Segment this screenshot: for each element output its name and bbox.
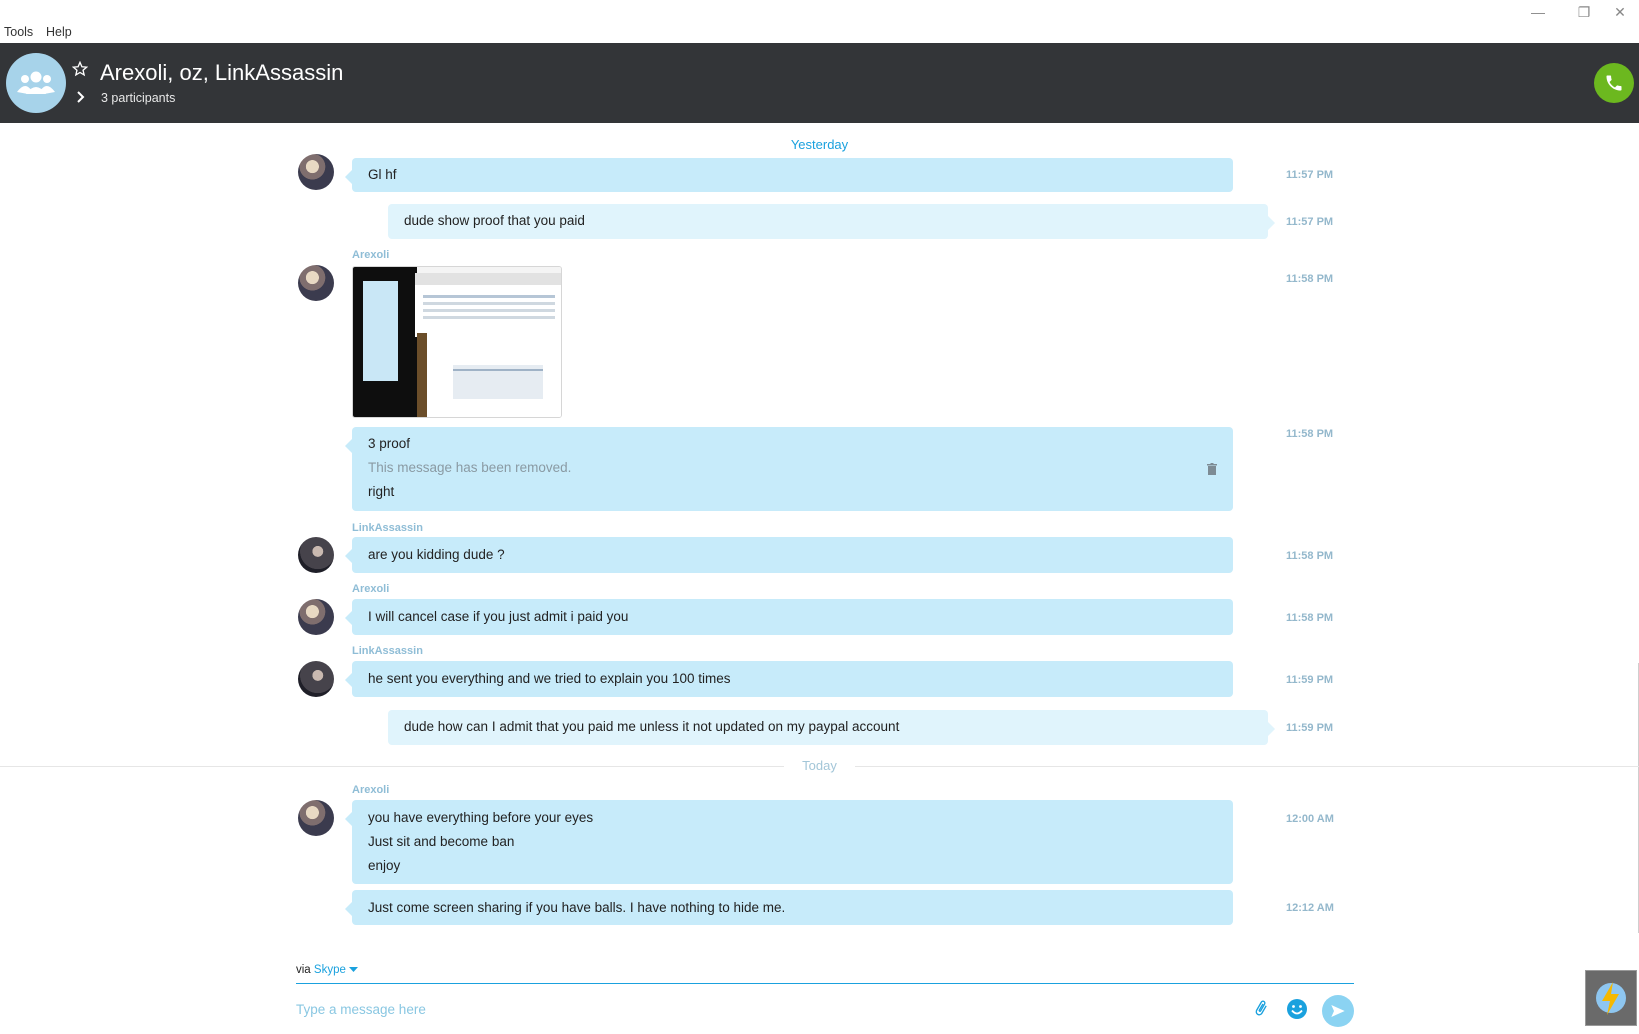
message-timestamp: 12:12 AM <box>1286 902 1334 914</box>
message-bubble[interactable]: Just come screen sharing if you have bal… <box>345 890 1233 925</box>
message-text: Just come screen sharing if you have bal… <box>368 900 786 915</box>
message-timestamp: 11:58 PM <box>1286 550 1334 562</box>
day-separator-today: Today <box>0 758 1639 773</box>
day-separator-yesterday: Yesterday <box>790 137 849 152</box>
menu-help[interactable]: Help <box>46 25 72 39</box>
message-text: dude how can I admit that you paid me un… <box>404 719 900 734</box>
image-attachment[interactable] <box>352 266 562 418</box>
message-bubble-outgoing[interactable]: dude how can I admit that you paid me un… <box>388 710 1275 745</box>
avatar[interactable] <box>298 800 334 836</box>
trash-icon <box>1207 463 1217 478</box>
send-button[interactable] <box>1322 995 1354 1027</box>
avatar[interactable] <box>298 537 334 573</box>
message-timestamp: 11:58 PM <box>1286 428 1334 440</box>
favorite-star-icon[interactable] <box>71 60 89 82</box>
call-button[interactable] <box>1594 63 1634 103</box>
message-bubble-outgoing[interactable]: dude show proof that you paid <box>388 204 1275 239</box>
via-label: via <box>296 964 311 976</box>
sender-name: LinkAssassin <box>352 645 423 657</box>
message-bubble[interactable]: he sent you everything and we tried to e… <box>345 661 1233 697</box>
avatar[interactable] <box>298 599 334 635</box>
menu-tools[interactable]: Tools <box>4 25 33 39</box>
chevron-right-icon[interactable] <box>76 90 86 108</box>
caret-down-icon <box>349 967 359 972</box>
message-text: enjoy <box>368 858 401 873</box>
message-text: dude show proof that you paid <box>404 213 585 228</box>
close-button[interactable]: ✕ <box>1598 2 1639 22</box>
composer-divider <box>296 983 1354 984</box>
group-icon <box>17 71 55 94</box>
via-service-selector[interactable]: via Skype <box>296 964 359 976</box>
message-timestamp: 11:59 PM <box>1286 722 1334 734</box>
message-bubble[interactable]: I will cancel case if you just admit i p… <box>345 599 1233 635</box>
send-icon <box>1331 1005 1345 1017</box>
attach-file-icon[interactable] <box>1252 998 1270 1023</box>
message-text: are you kidding dude ? <box>368 547 505 562</box>
message-text: Gl hf <box>368 167 397 182</box>
message-timestamp: 11:59 PM <box>1286 674 1334 686</box>
minimize-button[interactable]: — <box>1516 2 1560 22</box>
message-list[interactable]: Yesterday Gl hf 11:57 PM dude show proof… <box>0 123 1639 938</box>
lightning-app-icon <box>1596 982 1626 1015</box>
avatar[interactable] <box>298 661 334 697</box>
taskbar-app-icon[interactable] <box>1585 970 1637 1026</box>
message-input[interactable] <box>296 997 1196 1021</box>
message-bubble[interactable]: 3 proof This message has been removed. r… <box>345 427 1233 511</box>
message-timestamp: 12:00 AM <box>1286 813 1334 825</box>
participants-count[interactable]: 3 participants <box>101 91 175 105</box>
message-text: 3 proof <box>368 436 411 451</box>
message-text: you have everything before your eyes <box>368 810 594 825</box>
emoticon-icon[interactable] <box>1286 998 1308 1025</box>
sender-name: Arexoli <box>352 583 390 595</box>
phone-icon <box>1606 75 1622 91</box>
message-text: I will cancel case if you just admit i p… <box>368 609 629 624</box>
message-timestamp: 11:58 PM <box>1286 273 1334 285</box>
message-timestamp: 11:57 PM <box>1286 169 1334 181</box>
message-bubble[interactable]: you have everything before your eyes Jus… <box>345 800 1233 884</box>
message-bubble[interactable]: Gl hf <box>345 158 1233 192</box>
removed-message-text: This message has been removed. <box>368 460 572 475</box>
message-text: he sent you everything and we tried to e… <box>368 671 731 686</box>
message-timestamp: 11:57 PM <box>1286 216 1334 228</box>
menu-bar: Tools Help — ❐ ✕ <box>0 0 1639 43</box>
message-bubble[interactable]: are you kidding dude ? <box>345 537 1233 573</box>
via-service-name[interactable]: Skype <box>314 964 346 976</box>
day-separator-today-label: Today <box>784 758 855 773</box>
paypal-screenshot-image <box>353 267 561 417</box>
conversation-title: Arexoli, oz, LinkAssassin <box>100 60 344 85</box>
sender-name: LinkAssassin <box>352 522 423 534</box>
avatar[interactable] <box>298 265 334 301</box>
avatar[interactable] <box>298 154 334 190</box>
group-avatar[interactable] <box>6 53 66 113</box>
message-timestamp: 11:58 PM <box>1286 612 1334 624</box>
sender-name: Arexoli <box>352 784 390 796</box>
message-text: Just sit and become ban <box>368 834 515 849</box>
message-composer: via Skype <box>0 938 1639 1034</box>
sender-name: Arexoli <box>352 249 390 261</box>
message-text: right <box>368 484 395 499</box>
conversation-header: Arexoli, oz, LinkAssassin 3 participants <box>0 43 1639 123</box>
